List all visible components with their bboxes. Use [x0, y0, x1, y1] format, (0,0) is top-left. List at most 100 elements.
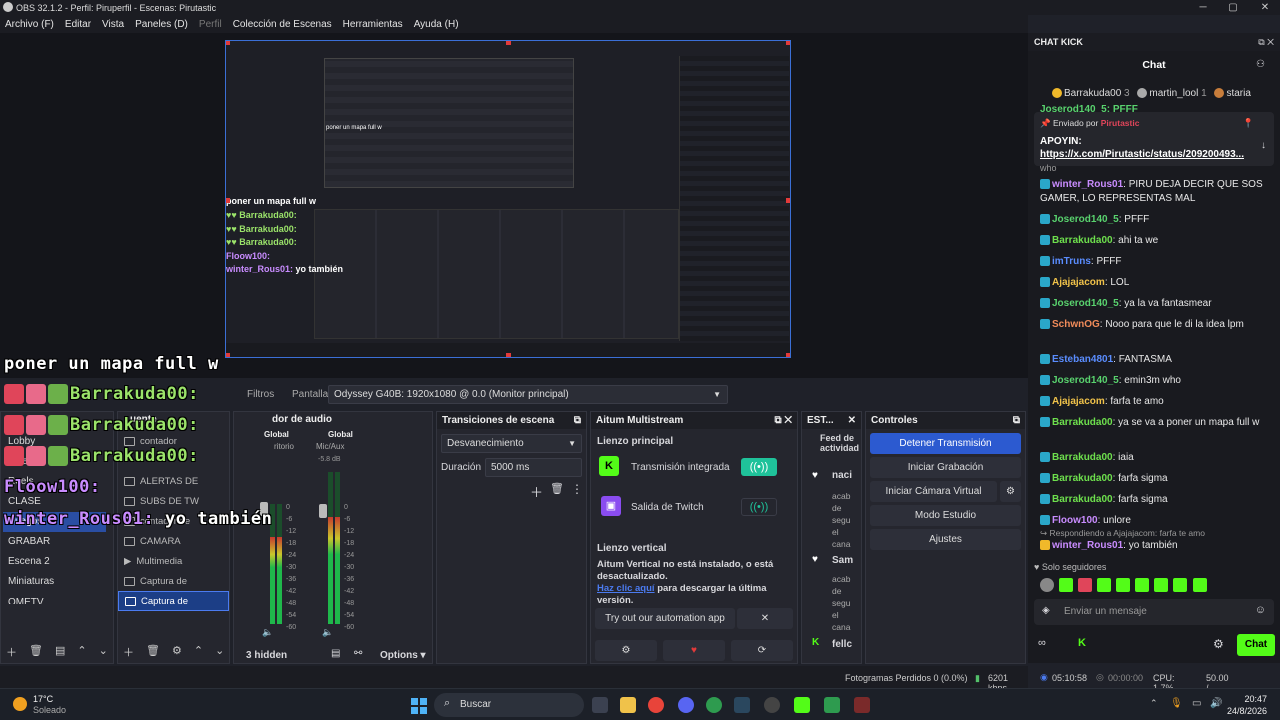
stop-stream-button[interactable]: Detener Transmisión — [870, 433, 1021, 454]
resize-handle[interactable] — [506, 41, 511, 45]
resize-handle[interactable] — [786, 198, 790, 203]
users-icon[interactable]: ⚇ — [1256, 59, 1265, 70]
download-link[interactable]: Haz clic aquí — [597, 583, 655, 594]
add-icon[interactable]: ＋ — [123, 644, 134, 660]
task-view-icon[interactable] — [592, 697, 608, 713]
studio-mode-button[interactable]: Modo Estudio — [870, 505, 1021, 526]
source-item[interactable]: Captura de — [118, 571, 229, 591]
source-item[interactable]: ALERTAS DE — [118, 471, 229, 491]
gear-icon[interactable]: ⚙ — [1000, 481, 1021, 502]
emote-row[interactable] — [1040, 578, 1270, 592]
menu-colecciones[interactable]: Colección de Escenas — [233, 19, 332, 30]
resize-handle[interactable] — [786, 353, 790, 357]
menu-editar[interactable]: Editar — [65, 19, 91, 30]
pinned-link[interactable]: https://x.com/Pirutastic/status/20920049… — [1040, 149, 1244, 160]
resize-handle[interactable] — [786, 41, 790, 45]
settings-button[interactable]: Ajustes — [870, 529, 1021, 550]
pin-icon[interactable]: 📍 — [1243, 118, 1254, 129]
arrow-down-icon[interactable]: ⌄ — [99, 644, 108, 660]
taskbar-search[interactable]: ⌕ Buscar — [434, 693, 584, 717]
volume-slider-handle[interactable] — [319, 504, 327, 518]
arrow-up-icon[interactable]: ⌃ — [194, 644, 203, 660]
source-item-selected[interactable]: Captura de — [118, 591, 229, 611]
scene-item[interactable]: Miniaturas — [1, 572, 113, 592]
speaker-icon[interactable]: 🔈 — [262, 627, 273, 638]
emoji-icon[interactable]: ☺ — [1255, 604, 1266, 616]
duration-input[interactable]: 5000 ms — [485, 458, 582, 477]
undock-icon[interactable]: ⧉ — [1013, 415, 1020, 426]
menu-perfil[interactable]: Perfil — [199, 19, 222, 30]
options-button[interactable]: Options ▾ — [380, 650, 426, 661]
resize-handle[interactable] — [226, 353, 230, 357]
speaker-icon[interactable]: 🔈 — [322, 627, 333, 638]
weather-icon[interactable] — [13, 697, 27, 711]
close-icon[interactable]: ✕ — [848, 415, 856, 426]
infinity-icon[interactable]: ∞ — [1038, 637, 1046, 649]
clock-time[interactable]: 20:47 — [1233, 694, 1267, 704]
resize-handle[interactable] — [506, 353, 511, 357]
virtual-camera-button[interactable]: Iniciar Cámara Virtual — [870, 481, 997, 502]
steam-icon[interactable] — [734, 697, 750, 713]
app-icon[interactable] — [854, 697, 870, 713]
source-item[interactable]: SUBS DE TW — [118, 491, 229, 511]
link-icon[interactable]: ⚯ — [354, 648, 362, 659]
more-icon[interactable]: ⋮ — [571, 482, 583, 496]
close-icon[interactable]: ⧉ ✕ — [1258, 37, 1274, 48]
kick-icon[interactable]: K — [1078, 637, 1086, 649]
obs-icon[interactable] — [764, 697, 780, 713]
file-explorer-icon[interactable] — [620, 697, 636, 713]
gear-icon[interactable]: ⚙ — [172, 644, 182, 660]
scene-item[interactable]: GRABAR — [1, 532, 113, 552]
transition-select[interactable]: Desvanecimiento ▼ — [441, 434, 582, 453]
stream-toggle-off[interactable]: ((•)) — [741, 498, 777, 516]
chat-input[interactable]: ◈ Enviar un mensaje ☺ — [1034, 599, 1274, 625]
discord-icon[interactable] — [678, 697, 694, 713]
preview-canvas[interactable]: poner un mapa full w poner un mapa full … — [225, 40, 791, 358]
screen-select[interactable]: Odyssey G40B: 1920x1080 @ 0.0 (Monitor p… — [328, 385, 728, 404]
automation-button[interactable]: Try out our automation app — [595, 608, 735, 629]
tray-chevron-icon[interactable]: ⌃ — [1150, 698, 1158, 709]
filters-button[interactable]: Filtros — [247, 389, 274, 400]
layout-icon[interactable]: ▤ — [331, 648, 340, 659]
scene-item[interactable]: Escena 2 — [1, 552, 113, 572]
send-button[interactable]: Chat — [1237, 634, 1275, 656]
close-icon[interactable]: ⧉ ✕ — [774, 415, 792, 426]
gear-icon[interactable]: ⚙ — [1213, 637, 1224, 651]
volume-icon[interactable]: 🔊 — [1210, 698, 1222, 709]
heart-icon[interactable]: ♥ — [663, 640, 725, 661]
settings-icon[interactable]: ▤ — [55, 644, 65, 660]
source-item[interactable]: CAMARA — [118, 531, 229, 551]
resize-handle[interactable] — [226, 41, 230, 45]
menu-vista[interactable]: Vista — [102, 19, 124, 30]
menu-ayuda[interactable]: Ayuda (H) — [414, 19, 459, 30]
close-icon[interactable]: ✕ — [1250, 0, 1280, 15]
chrome-icon[interactable] — [648, 697, 664, 713]
close-icon[interactable]: ✕ — [737, 608, 793, 629]
trash-icon[interactable]: 🗑 — [29, 644, 43, 660]
app-icon[interactable] — [824, 697, 840, 713]
resize-handle[interactable] — [226, 198, 230, 203]
kick-icon[interactable] — [794, 697, 810, 713]
stream-toggle-on[interactable]: ((•)) — [741, 458, 777, 476]
trash-icon[interactable]: 🗑 — [550, 482, 564, 495]
start-recording-button[interactable]: Iniciar Grabación — [870, 457, 1021, 478]
menu-herramientas[interactable]: Herramientas — [343, 19, 403, 30]
maximize-icon[interactable]: ▢ — [1218, 0, 1248, 15]
scene-item[interactable]: OMETV — [1, 592, 113, 604]
arrow-down-icon[interactable]: ↓ — [1261, 140, 1266, 151]
arrow-up-icon[interactable]: ⌃ — [77, 644, 86, 660]
undock-icon[interactable]: ⧉ — [574, 415, 581, 426]
trash-icon[interactable]: 🗑 — [146, 644, 160, 660]
clock-date[interactable]: 24/8/2026 — [1222, 706, 1267, 716]
windows-start-icon[interactable] — [411, 698, 427, 714]
xbox-icon[interactable] — [706, 697, 722, 713]
add-icon[interactable]: ＋ — [6, 644, 17, 660]
minimize-icon[interactable]: ─ — [1188, 0, 1218, 15]
share-icon[interactable]: ⟳ — [731, 640, 793, 661]
add-icon[interactable]: ＋ — [530, 482, 543, 501]
menu-archivo[interactable]: Archivo (F) — [5, 19, 54, 30]
arrow-down-icon[interactable]: ⌄ — [215, 644, 224, 660]
source-item[interactable]: ▶ Multimedia — [118, 551, 229, 571]
mic-icon[interactable]: 🎙 — [1170, 698, 1183, 709]
menu-paneles[interactable]: Paneles (D) — [135, 19, 188, 30]
